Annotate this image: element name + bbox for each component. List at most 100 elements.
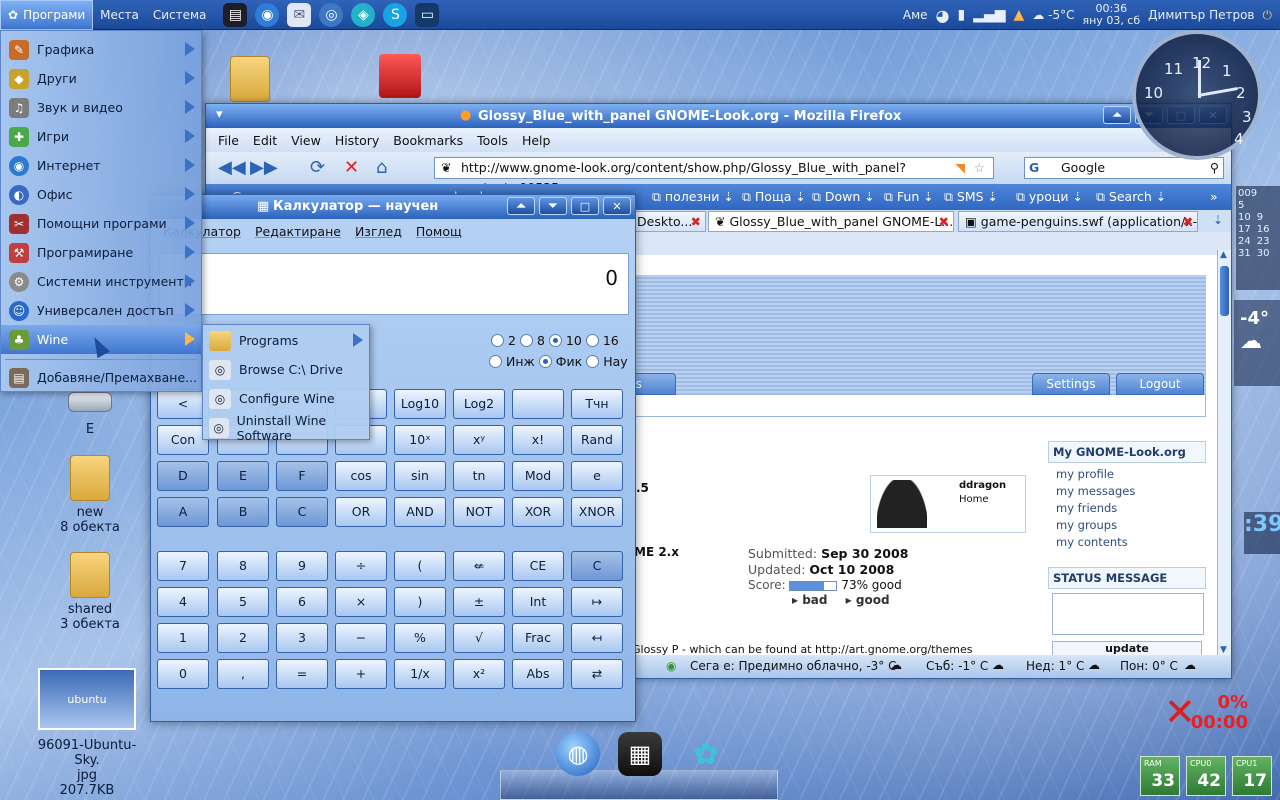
rss-icon[interactable]: ◥ xyxy=(955,158,965,178)
bookmark-folder[interactable]: ⧉ Search ⇣ xyxy=(1096,189,1166,205)
radio-base-8[interactable] xyxy=(519,334,533,347)
calc-key[interactable]: Frac xyxy=(512,623,564,653)
calc-key[interactable]: C xyxy=(571,551,623,581)
calc-key[interactable]: 9 xyxy=(276,551,328,581)
desktop-folder-shared[interactable]: shared 3 обекта xyxy=(50,552,130,632)
tab-game-penguins[interactable]: ▣ game-penguins.swf (application/x-... ✖ xyxy=(958,211,1198,232)
network-icon[interactable]: ◎ xyxy=(319,2,344,27)
menu-help[interactable]: Help xyxy=(522,133,551,148)
desktop-folder-new[interactable]: new 8 обекта xyxy=(50,455,130,535)
settings-button[interactable]: Settings xyxy=(1032,373,1110,395)
shade-button[interactable]: ⏶ xyxy=(507,197,535,215)
tab-desktop[interactable]: Deskto... ✖ xyxy=(630,211,706,232)
calc-key[interactable]: XOR xyxy=(512,497,564,527)
calc-key[interactable]: XNOR xyxy=(571,497,623,527)
calc-key[interactable]: ÷ xyxy=(335,551,387,581)
menu-help[interactable]: Помощ xyxy=(416,224,462,239)
calc-key[interactable]: AND xyxy=(394,497,446,527)
calc-key[interactable]: 0 xyxy=(157,659,209,689)
calc-key[interactable]: 5 xyxy=(217,587,269,617)
calc-key[interactable]: √ xyxy=(453,623,505,653)
wine-uninstall[interactable]: ◎ Uninstall Wine Software xyxy=(203,413,369,443)
calc-key[interactable]: 7 xyxy=(157,551,209,581)
browser-dock-icon[interactable]: ◍ xyxy=(556,732,600,776)
calc-key[interactable]: Mod xyxy=(512,461,564,491)
calc-key[interactable]: % xyxy=(394,623,446,653)
calc-key[interactable]: ( xyxy=(394,551,446,581)
menu-internet[interactable]: ◉ Интернет xyxy=(1,151,201,180)
signal-icon[interactable]: ▂▄▆ xyxy=(973,7,1005,23)
menu-programming[interactable]: ⚒ Програмиране xyxy=(1,238,201,267)
calc-key[interactable]: D xyxy=(157,461,209,491)
calc-key[interactable]: ⇍ xyxy=(453,551,505,581)
calc-key[interactable]: , xyxy=(217,659,269,689)
menu-view[interactable]: View xyxy=(291,133,321,148)
menu-accessibility[interactable]: ☺ Универсален достъп xyxy=(1,296,201,325)
menu-tools[interactable]: Tools xyxy=(477,133,508,148)
menu-history[interactable]: History xyxy=(335,133,379,148)
scroll-thumb[interactable] xyxy=(1220,266,1229,316)
logout-button[interactable]: Logout xyxy=(1116,373,1204,395)
window-menu-icon[interactable]: ▾ xyxy=(216,107,223,122)
calc-key[interactable]: 6 xyxy=(276,587,328,617)
chevron-right-icon[interactable]: » xyxy=(1210,189,1218,204)
radio-base-2[interactable] xyxy=(491,334,504,347)
menu-accessories[interactable]: ✂ Помощни програми xyxy=(1,209,201,238)
my-contents-link[interactable]: my contents xyxy=(1056,535,1128,549)
calc-key[interactable]: Int xyxy=(512,587,564,617)
radio-base-16[interactable] xyxy=(585,334,599,347)
menu-add-remove[interactable]: ▤ Добавяне/Премахване... xyxy=(1,363,201,392)
calc-key[interactable]: 3 xyxy=(276,623,328,653)
calc-key[interactable]: Log10 xyxy=(394,389,446,419)
calc-key[interactable]: F xyxy=(276,461,328,491)
shield-icon[interactable]: ◈ xyxy=(351,2,376,27)
calc-key[interactable]: OR xyxy=(335,497,387,527)
bookmark-folder[interactable]: ⧉ SMS ⇣ xyxy=(944,189,998,205)
calc-key[interactable]: 10ˣ xyxy=(394,425,446,455)
close-button[interactable]: ✕ xyxy=(603,197,631,215)
calc-key[interactable]: A xyxy=(157,497,209,527)
calc-key[interactable]: ↤ xyxy=(571,623,623,653)
update-button[interactable]: update xyxy=(1052,641,1202,655)
menu-games[interactable]: ✚ Игри xyxy=(1,122,201,151)
user-card[interactable]: ddragon Home xyxy=(870,475,1026,533)
calc-key[interactable]: Тчн xyxy=(571,389,623,419)
calc-key[interactable]: × xyxy=(335,587,387,617)
radio-mode-eng[interactable] xyxy=(489,355,502,368)
menu-system-tools[interactable]: ⚙ Системни инструменти xyxy=(1,267,201,296)
calc-key[interactable]: − xyxy=(335,623,387,653)
calc-key[interactable]: e xyxy=(571,461,623,491)
status-message-input[interactable] xyxy=(1052,593,1204,635)
stop-icon[interactable]: ✕ xyxy=(344,158,366,178)
calc-key[interactable]: ↦ xyxy=(571,587,623,617)
forward-icon[interactable]: ▶▶ xyxy=(250,158,278,178)
wine-configure[interactable]: ◎ Configure Wine xyxy=(203,384,369,413)
firefox-titlebar[interactable]: ▾ ● Glossy_Blue_with_panel GNOME-Look.or… xyxy=(206,104,1231,128)
calc-key[interactable]: B xyxy=(217,497,269,527)
globe-icon[interactable]: ◉ xyxy=(255,2,280,27)
calc-key[interactable]: CE xyxy=(512,551,564,581)
tab-close-icon[interactable]: ✖ xyxy=(939,212,949,231)
calculator-display[interactable]: 0 xyxy=(159,253,629,315)
mail-icon[interactable]: ✉ xyxy=(287,2,312,27)
reload-icon[interactable]: ⟳ xyxy=(310,158,332,178)
bookmark-folder[interactable]: ⧉ уроци ⇣ xyxy=(1016,189,1083,205)
radio-mode-sci[interactable] xyxy=(586,355,600,368)
bookmark-star-icon[interactable]: ☆ xyxy=(974,158,985,178)
flower-dock-icon[interactable]: ✿ xyxy=(684,732,728,776)
user-name[interactable]: Димитър Петров xyxy=(1148,8,1254,22)
calc-key[interactable]: x² xyxy=(453,659,505,689)
menu-edit[interactable]: Редактиране xyxy=(255,224,341,239)
my-profile-link[interactable]: my profile xyxy=(1056,467,1114,481)
tab-close-icon[interactable]: ✖ xyxy=(1183,212,1193,231)
radio-base-10[interactable] xyxy=(548,334,562,347)
bookmark-folder[interactable]: ⧉ полезни ⇣ xyxy=(652,189,734,205)
places-menu[interactable]: Места xyxy=(93,0,146,30)
calc-key[interactable]: ± xyxy=(453,587,505,617)
my-messages-link[interactable]: my messages xyxy=(1056,484,1135,498)
desktop-image-ubuntu[interactable]: ubuntu 96091-Ubuntu-Sky. jpg 207.7KB xyxy=(26,668,148,798)
calculator-dock-icon[interactable]: ▦ xyxy=(618,732,662,776)
tab-close-icon[interactable]: ✖ xyxy=(691,212,701,231)
tab-list-icon[interactable]: ⇣ xyxy=(1213,213,1223,227)
book-icon[interactable]: ▤ xyxy=(223,2,248,27)
